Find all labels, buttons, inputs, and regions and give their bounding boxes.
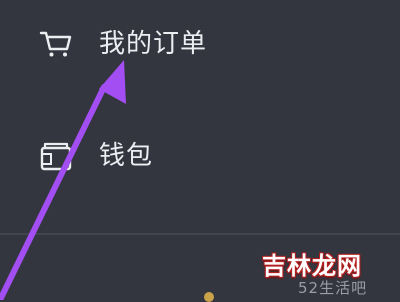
partial-icon (204, 292, 214, 302)
menu-item-label: 钱包 (99, 141, 154, 171)
menu-item-label: 我的订单 (99, 29, 208, 59)
menu-item-my-orders[interactable]: 我的订单 (0, 0, 400, 90)
shopping-cart-icon (39, 31, 72, 57)
wallet-icon (40, 142, 72, 171)
menu-item-wallet[interactable]: 钱包 (0, 112, 400, 202)
app-menu-screen: 我的订单 钱包 吉林龙网 52生活吧 (0, 0, 400, 302)
watermark-site-name: 52生活吧 (298, 279, 368, 297)
section-divider (0, 233, 400, 235)
watermark-logo: 吉林龙网 (262, 252, 362, 280)
